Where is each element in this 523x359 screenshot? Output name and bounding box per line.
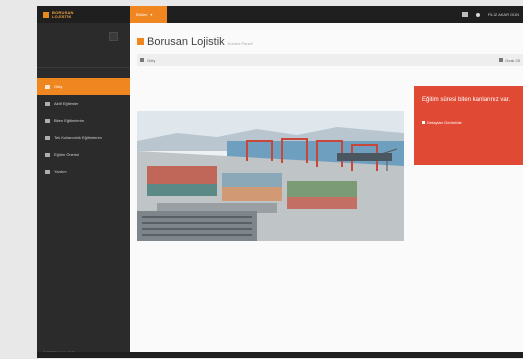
logo-text-2: LOJİSTİK (52, 13, 72, 19)
logo-icon (43, 11, 49, 18)
sidebar-header (37, 23, 130, 68)
sidebar-item-egitim-onerisi[interactable]: Eğitim Önerisi (37, 146, 130, 163)
date-display: Ocak 25 (499, 54, 520, 66)
user-name[interactable]: FİLİZ AKAR GÜN (488, 12, 519, 17)
page-title: Borusan Lojistik Kontrol Paneli (137, 36, 253, 48)
port-illustration (137, 111, 404, 241)
main-content: Borusan Lojistik Kontrol Paneli Giriş Oc… (130, 23, 523, 358)
sidebar-nav: Giriş Aktif Eğitimler Biten Eğitimlerim … (37, 78, 130, 180)
home-icon (140, 58, 144, 62)
page-title-text: Borusan Lojistik (147, 36, 225, 48)
apps-grid-icon[interactable] (461, 12, 468, 17)
page-subtitle: Kontrol Paneli (227, 41, 253, 46)
home-icon (45, 84, 50, 89)
arrow-right-icon (422, 121, 425, 124)
sidebar-item-aktif-egitimler[interactable]: Aktif Eğitimler (37, 95, 130, 112)
calendar-icon (499, 58, 504, 62)
home-icon (137, 38, 144, 45)
sidebar-item-tek-kullanimlik[interactable]: Tek Kullanımlık Eğitimlerim (37, 129, 130, 146)
help-icon (45, 169, 50, 174)
check-icon (45, 118, 50, 123)
bottom-bar (37, 352, 523, 358)
menu-button[interactable]: Bölüm ▾ (130, 6, 167, 23)
details-link[interactable]: Detayları Görüntüle (422, 120, 515, 125)
book-icon (45, 135, 50, 140)
date-text: Ocak 25 (505, 57, 520, 63)
sidebar: Giriş Aktif Eğitimler Biten Eğitimlerim … (37, 23, 130, 358)
menu-label: Bölüm (136, 12, 148, 17)
user-icon[interactable] (475, 12, 480, 17)
expired-training-alert: Eğitim süresi biten kanlarınız var. Deta… (414, 86, 523, 165)
sidebar-toggle-button[interactable] (109, 32, 118, 41)
details-link-label: Detayları Görüntüle (427, 120, 462, 125)
brand-logo[interactable]: BORUSAN LOJİSTİK (37, 6, 129, 23)
port-image (137, 111, 404, 241)
app-window: BORUSAN LOJİSTİK Bölüm ▾ FİLİZ AKAR GÜN … (37, 6, 523, 358)
breadcrumb-item-giris[interactable]: Giriş (147, 58, 155, 63)
alert-message: Eğitim süresi biten kanlarınız var. (422, 97, 511, 103)
list-icon (45, 101, 50, 106)
top-right-area: FİLİZ AKAR GÜN (461, 6, 519, 23)
breadcrumb: Giriş Ocak 25 (137, 54, 523, 66)
suggest-icon (45, 152, 50, 157)
chevron-down-icon: ▾ (150, 12, 153, 17)
sidebar-item-giris[interactable]: Giriş (37, 78, 130, 95)
sidebar-item-yardim[interactable]: Yardım (37, 163, 130, 180)
top-bar: BORUSAN LOJİSTİK Bölüm ▾ FİLİZ AKAR GÜN (37, 6, 523, 23)
sidebar-item-biten-egitimlerim[interactable]: Biten Eğitimlerim (37, 112, 130, 129)
